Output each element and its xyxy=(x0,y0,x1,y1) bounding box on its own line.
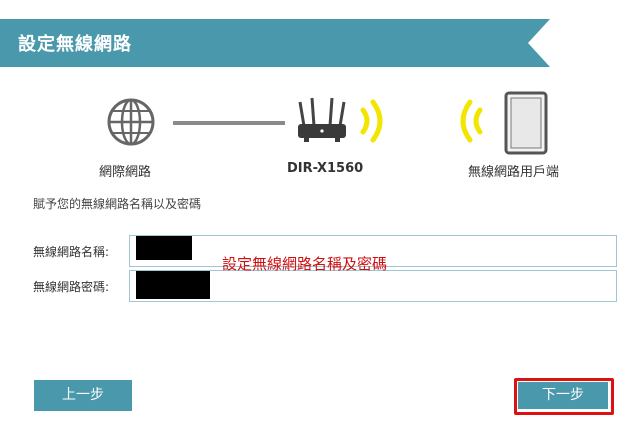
wifi-signal-icon xyxy=(360,99,383,143)
wireless-client-label: 無線網路用戶端 xyxy=(468,165,560,180)
page-title: 設定無線網路 xyxy=(18,34,132,55)
router-label: DIR-X1560 xyxy=(287,161,364,176)
internet-label: 網際網路 xyxy=(99,165,152,180)
ssid-label: 無線網路名稱: xyxy=(33,245,110,259)
previous-button[interactable]: 上一步 xyxy=(34,380,132,411)
password-row: 無線網路密碼: xyxy=(33,270,617,302)
header-banner: 設定無線網路 xyxy=(0,19,550,67)
router-icon xyxy=(298,97,346,142)
connection-line xyxy=(173,121,285,125)
annotation-text: 設定無線網路名稱及密碼 xyxy=(222,255,388,273)
password-label: 無線網路密碼: xyxy=(33,280,110,294)
globe-icon xyxy=(107,98,155,146)
password-redaction xyxy=(136,271,210,299)
instruction-text: 賦予您的無線網路名稱以及密碼 xyxy=(33,197,202,211)
ssid-redaction xyxy=(136,236,192,260)
connection-diagram: 網際網路 DIR-X1560 無線網路用戶端 xyxy=(0,88,640,188)
tablet-icon xyxy=(504,91,548,155)
wifi-signal-icon xyxy=(460,99,483,143)
next-button[interactable]: 下一步 xyxy=(518,382,608,409)
